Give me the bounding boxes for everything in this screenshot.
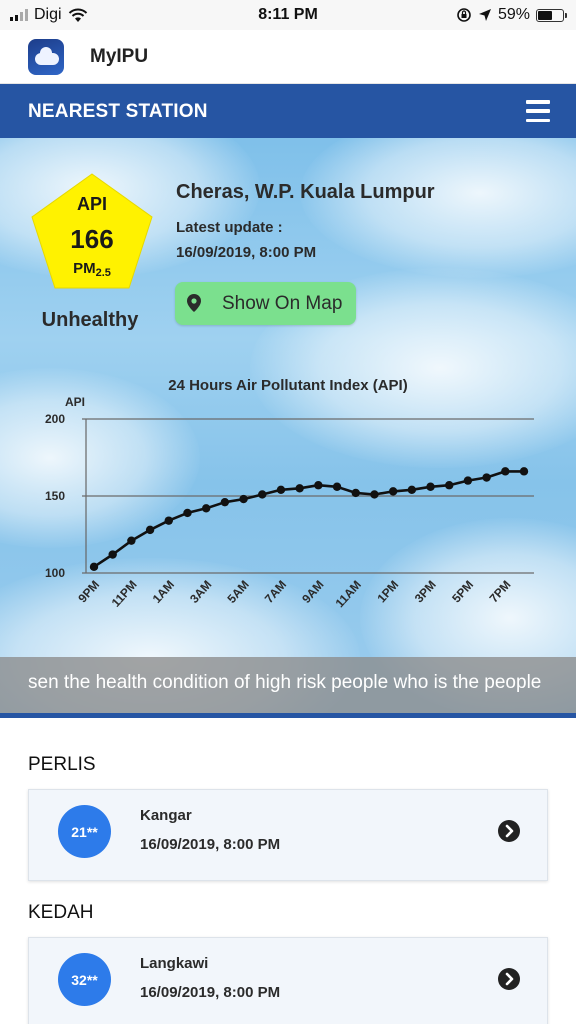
chart-point xyxy=(426,482,435,491)
chart-y-tick-label: 200 xyxy=(45,412,65,426)
chart-grid xyxy=(82,418,534,574)
api-badge: 21** xyxy=(58,805,111,858)
header-bar: NEAREST STATION xyxy=(0,84,576,138)
location-arrow-icon xyxy=(478,9,491,21)
station-card-kangar[interactable]: 21** Kangar 16/09/2019, 8:00 PM xyxy=(28,789,548,881)
chart-x-tick-label: 11PM xyxy=(109,578,140,610)
chart-x-tick-label: 7AM xyxy=(262,578,289,606)
chart-x-tick-label: 3PM xyxy=(412,578,439,606)
rotation-lock-icon xyxy=(457,8,471,22)
chart-point xyxy=(332,482,342,491)
app-bar: MyIPU xyxy=(0,30,576,84)
chart-point xyxy=(201,504,211,513)
chart-series xyxy=(93,470,524,568)
chart-y-tick-label: 150 xyxy=(45,489,65,503)
battery-fill xyxy=(538,10,553,20)
chart-point xyxy=(501,467,510,476)
status-bar: Digi 8:11 PM 59% xyxy=(0,0,576,30)
chart-point xyxy=(89,562,99,572)
chart-point xyxy=(108,550,117,559)
chart-point xyxy=(463,476,473,485)
chart-y-tick-label: 100 xyxy=(45,566,65,580)
nearest-station-panel: API 166 PM2.5 Unhealthy Cheras, W.P. Kua… xyxy=(0,138,576,713)
chart-point xyxy=(407,485,417,495)
chart-point xyxy=(220,497,230,507)
chart-point xyxy=(314,481,323,490)
chart-point xyxy=(239,494,248,504)
api-24h-chart: 24 Hours Air Pollutant Index (API) API 1… xyxy=(45,377,534,611)
chart-point xyxy=(258,490,267,499)
chart-x-tick-label: 1PM xyxy=(374,578,401,606)
api-badge: 32** xyxy=(58,953,111,1006)
region-heading-perlis: PERLIS xyxy=(28,754,96,775)
app-logo-icon xyxy=(28,39,64,75)
chart-point xyxy=(145,525,155,535)
chart-series-line xyxy=(93,470,524,568)
chart-point xyxy=(127,536,136,545)
chart-point xyxy=(351,488,360,498)
chart-point xyxy=(482,473,491,482)
chart-point xyxy=(370,490,379,499)
chevron-right-icon[interactable] xyxy=(497,819,521,843)
divider xyxy=(0,713,576,718)
chart-point xyxy=(295,484,304,493)
chart-point xyxy=(183,508,192,518)
chart-point xyxy=(519,467,529,476)
battery-percent: 59% xyxy=(497,6,530,23)
station-card-name: Langkawi xyxy=(140,955,209,972)
chart-x-tick-label: 5PM xyxy=(449,578,476,606)
status-right: 59% xyxy=(456,6,567,24)
chart-point xyxy=(276,485,286,495)
info-ticker: sen the health condition of high risk pe… xyxy=(0,657,576,713)
chart-y-axis-label: API xyxy=(65,395,85,409)
chart-x-tick-label: 7PM xyxy=(487,578,514,606)
battery-icon xyxy=(536,8,567,22)
chart-x-tick-label: 5AM xyxy=(224,578,251,606)
station-card-langkawi[interactable]: 32** Langkawi 16/09/2019, 8:00 PM xyxy=(28,937,548,1024)
station-card-name: Kangar xyxy=(140,807,192,824)
hamburger-menu-icon[interactable] xyxy=(526,100,550,122)
chart-point xyxy=(445,481,454,490)
chart-x-tick-label: 9PM xyxy=(75,578,102,606)
chart-x-tick-label: 3AM xyxy=(187,578,214,606)
ticker-text: sen the health condition of high risk pe… xyxy=(28,672,542,693)
page-title: NEAREST STATION xyxy=(28,101,208,122)
chart-point xyxy=(388,487,398,496)
chart-x-tick-label: 1AM xyxy=(150,578,177,606)
app-name: MyIPU xyxy=(90,46,149,67)
chart-x-ticks: 9PM 11PM 1AM 3AM 5AM 7AM 9AM 11AM 1PM 3PM 5PM 7PM xyxy=(75,578,513,611)
chart-title: 24 Hours Air Pollutant Index (API) xyxy=(168,377,407,394)
station-card-time: 16/09/2019, 8:00 PM xyxy=(140,836,281,853)
chart-y-ticks: 100 150 200 xyxy=(45,412,65,580)
chart-x-tick-label: 11AM xyxy=(333,578,364,611)
chart-point xyxy=(164,516,173,525)
chart-x-tick-label: 9AM xyxy=(299,578,326,606)
region-heading-kedah: KEDAH xyxy=(28,902,94,923)
chevron-right-icon[interactable] xyxy=(497,967,521,991)
station-card-time: 16/09/2019, 8:00 PM xyxy=(140,984,281,1001)
